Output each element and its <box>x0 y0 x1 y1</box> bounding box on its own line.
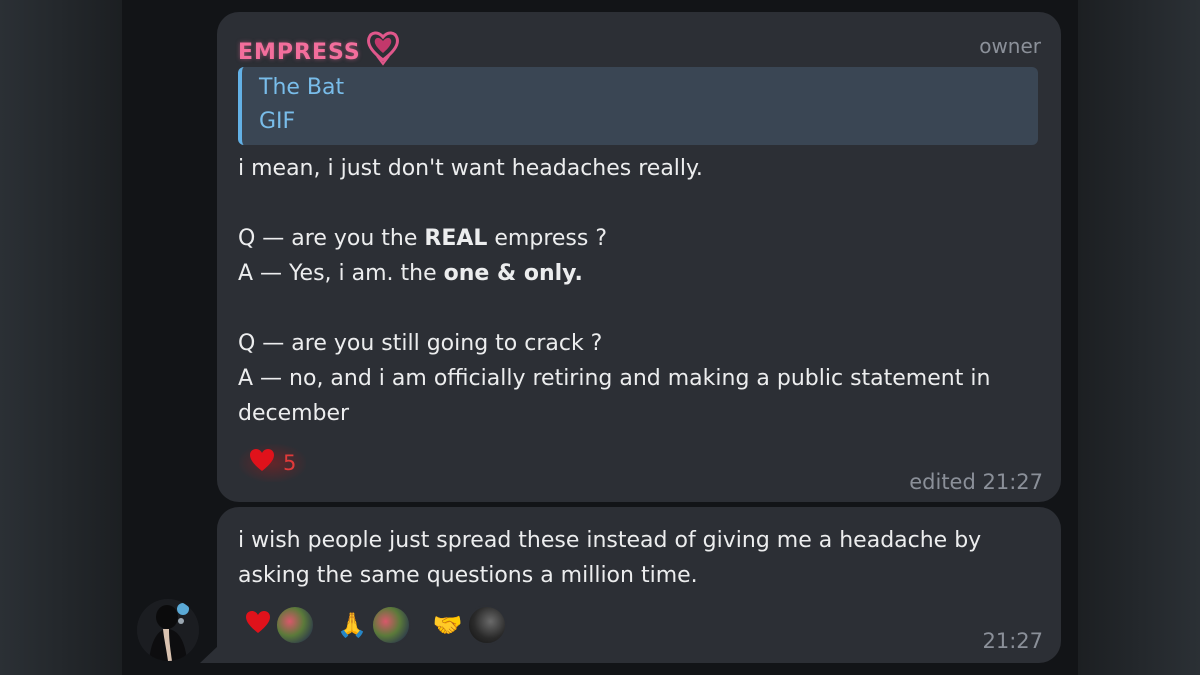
folded-hands-icon: 🙏 <box>337 611 367 639</box>
message-line: A — Yes, i am. the one & only. <box>238 261 583 286</box>
heart-icon <box>245 610 271 640</box>
reactor-avatar <box>370 605 411 645</box>
message-line: Q — are you still going to crack ? <box>238 331 603 356</box>
reaction-heart[interactable] <box>245 605 315 645</box>
message-timestamp: 21:27 <box>982 629 1043 653</box>
right-backdrop <box>1078 0 1200 675</box>
message-bubble[interactable]: EMPRESS owner The Bat GIF i mean, i just… <box>217 12 1061 502</box>
heart-emblem-icon <box>363 26 403 72</box>
message-line: Q — are you the REAL empress ? <box>238 226 608 251</box>
reactor-avatar <box>466 605 507 645</box>
reply-quote[interactable]: The Bat GIF <box>238 67 1038 145</box>
bubble-tail <box>200 646 218 663</box>
reaction-count: 5 <box>283 451 297 475</box>
left-backdrop <box>0 0 122 675</box>
reaction-heart[interactable]: 5 <box>239 444 307 482</box>
heart-icon <box>249 448 275 478</box>
avatar[interactable] <box>137 599 199 661</box>
reactor-avatar <box>275 605 315 645</box>
reply-media-label: GIF <box>259 109 296 134</box>
role-badge: owner <box>979 34 1041 58</box>
message-timestamp: edited 21:27 <box>909 470 1043 494</box>
reaction-handshake[interactable]: 🤝 <box>433 605 507 645</box>
message-line: december <box>238 401 350 426</box>
handshake-icon: 🤝 <box>432 611 463 639</box>
message-line: asking the same questions a million time… <box>238 563 698 588</box>
message-line: A — no, and i am officially retiring and… <box>238 366 991 391</box>
message-bubble[interactable]: i wish people just spread these instead … <box>217 507 1061 663</box>
sender-name[interactable]: EMPRESS <box>238 40 361 65</box>
reply-author: The Bat <box>259 75 345 100</box>
reaction-folded-hands[interactable]: 🙏 <box>337 605 411 645</box>
message-line: i wish people just spread these instead … <box>238 528 982 553</box>
message-line: i mean, i just don't want headaches real… <box>238 156 703 181</box>
sender-row: EMPRESS <box>238 31 403 72</box>
reactions-row: 🙏 🤝 <box>245 605 529 645</box>
